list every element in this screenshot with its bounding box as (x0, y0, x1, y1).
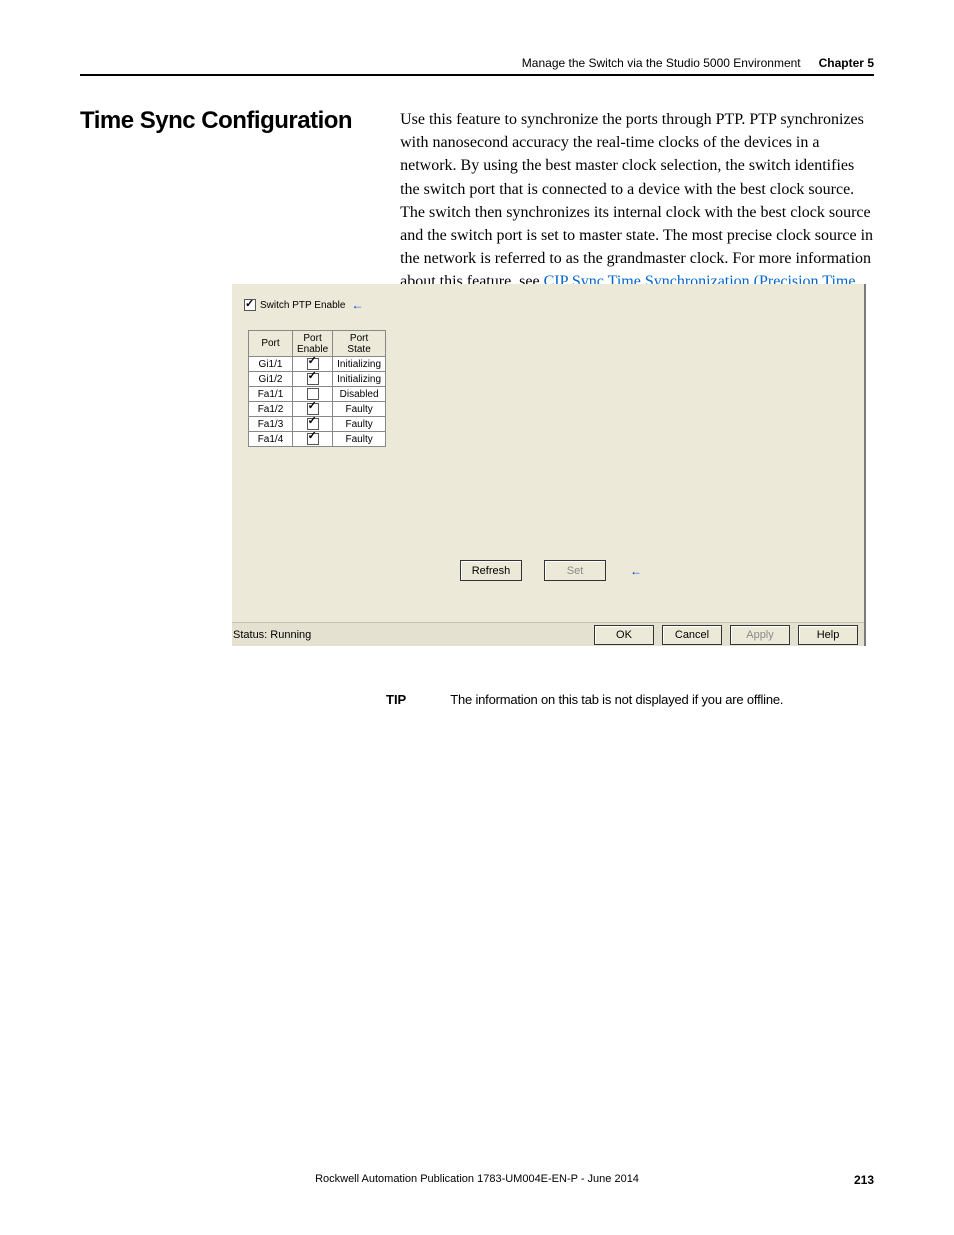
status-text: Status: Running (232, 629, 311, 641)
port-cell: Fa1/2 (249, 402, 293, 417)
col-port: Port (249, 331, 293, 357)
table-row: Gi1/1 Initializing (249, 357, 386, 372)
table-row: Fa1/4 Faulty (249, 432, 386, 447)
table-row: Fa1/3 Faulty (249, 417, 386, 432)
header-chapter: Chapter 5 (819, 56, 874, 70)
cancel-button[interactable]: Cancel (662, 625, 722, 645)
ptp-enable-label: Switch PTP Enable (260, 300, 345, 311)
status-bar: Status: Running OK Cancel Apply Help (232, 622, 864, 646)
state-cell: Disabled (333, 387, 386, 402)
arrow-icon: ← (630, 564, 642, 578)
port-table: Port Port Enable Port State Gi1/1 Initia… (248, 330, 386, 447)
col-enable: Port Enable (293, 331, 333, 357)
state-cell: Initializing (333, 372, 386, 387)
port-cell: Fa1/1 (249, 387, 293, 402)
port-cell: Gi1/2 (249, 372, 293, 387)
help-button[interactable]: Help (798, 625, 858, 645)
tip-text: The information on this tab is not displ… (450, 692, 783, 707)
state-cell: Faulty (333, 432, 386, 447)
table-row: Gi1/2 Initializing (249, 372, 386, 387)
page-number: 213 (854, 1173, 874, 1187)
tip-row: TIP The information on this tab is not d… (386, 692, 874, 707)
table-row: Fa1/1 Disabled (249, 387, 386, 402)
table-row: Fa1/2 Faulty (249, 402, 386, 417)
header-title: Manage the Switch via the Studio 5000 En… (522, 56, 801, 70)
tip-label: TIP (386, 692, 406, 707)
body-text-pre: Use this feature to synchronize the port… (400, 111, 873, 290)
page-header: Manage the Switch via the Studio 5000 En… (80, 56, 874, 76)
apply-button[interactable]: Apply (730, 625, 790, 645)
section-heading: Time Sync Configuration (80, 108, 352, 134)
enable-cell[interactable] (293, 432, 333, 447)
set-button[interactable]: Set (544, 560, 606, 581)
refresh-button[interactable]: Refresh (460, 560, 522, 581)
ptp-enable-checkbox[interactable] (244, 299, 256, 311)
action-button-row: Refresh Set ← (460, 560, 642, 581)
ok-button[interactable]: OK (594, 625, 654, 645)
state-cell: Initializing (333, 357, 386, 372)
arrow-icon: ← (351, 298, 363, 312)
port-cell: Fa1/4 (249, 432, 293, 447)
page-footer: Rockwell Automation Publication 1783-UM0… (80, 1173, 874, 1185)
ptp-enable-row: Switch PTP Enable ← (244, 298, 363, 312)
config-dialog: Switch PTP Enable ← Port Port Enable Por… (232, 284, 866, 646)
state-cell: Faulty (333, 417, 386, 432)
enable-cell[interactable] (293, 372, 333, 387)
col-state: Port State (333, 331, 386, 357)
publication-text: Rockwell Automation Publication 1783-UM0… (315, 1173, 639, 1185)
port-cell: Gi1/1 (249, 357, 293, 372)
state-cell: Faulty (333, 402, 386, 417)
port-cell: Fa1/3 (249, 417, 293, 432)
